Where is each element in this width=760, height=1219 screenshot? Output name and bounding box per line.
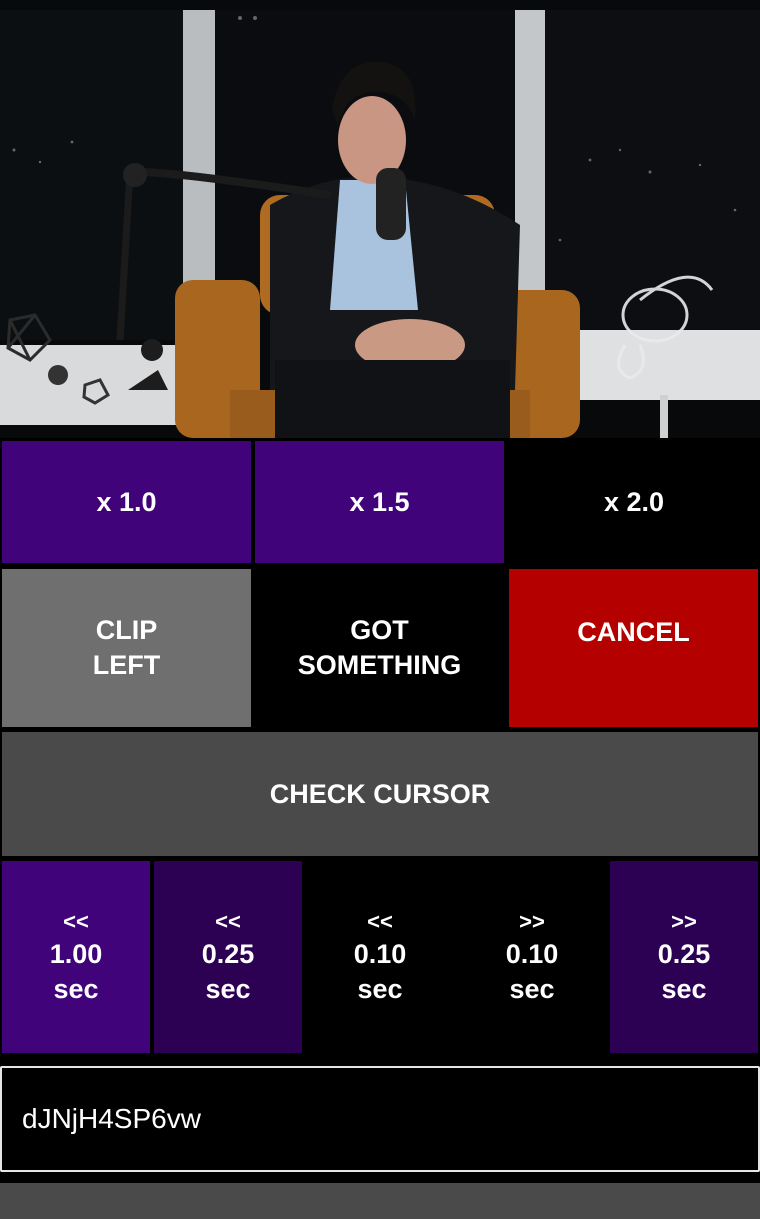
seek-direction-label: << <box>367 909 393 934</box>
clip-left-label-line2: LEFT <box>92 650 161 680</box>
speed-2x-button[interactable]: x 2.0 <box>508 441 760 563</box>
seek-unit-label: sec <box>509 974 555 1004</box>
bottom-bar <box>0 1183 760 1219</box>
seek-unit-label: sec <box>357 974 403 1004</box>
seek-direction-label: << <box>215 909 241 934</box>
seek-amount-label: 1.00 <box>49 939 103 969</box>
video-player[interactable] <box>0 0 760 438</box>
got-something-label-line1: GOT <box>350 615 409 645</box>
clip-left-button[interactable]: CLIP LEFT <box>2 569 251 727</box>
speed-1x-button[interactable]: x 1.0 <box>2 441 251 563</box>
got-something-label-line2: SOMETHING <box>297 650 462 680</box>
seek-unit-label: sec <box>661 974 707 1004</box>
speed-2x-label: x 2.0 <box>603 486 665 517</box>
speed-1-5x-button[interactable]: x 1.5 <box>255 441 504 563</box>
cancel-label: CANCEL <box>577 617 690 647</box>
seek-amount-label: 0.25 <box>201 939 255 969</box>
seek-forward-0-10-button[interactable]: >> 0.10 sec <box>458 861 606 1053</box>
video-frame-image <box>0 0 760 438</box>
clip-left-label-line1: CLIP <box>95 615 158 645</box>
seek-direction-label: >> <box>519 909 545 934</box>
seek-unit-label: sec <box>205 974 251 1004</box>
seek-back-0-10-button[interactable]: << 0.10 sec <box>306 861 454 1053</box>
seek-direction-label: << <box>63 909 89 934</box>
seek-amount-label: 0.25 <box>657 939 711 969</box>
check-cursor-label: CHECK CURSOR <box>269 778 491 809</box>
speed-1x-label: x 1.0 <box>96 486 157 517</box>
seek-back-0-25-button[interactable]: << 0.25 sec <box>154 861 302 1053</box>
seek-forward-0-25-button[interactable]: >> 0.25 sec <box>610 861 758 1053</box>
seek-amount-label: 0.10 <box>505 939 559 969</box>
speed-1-5x-label: x 1.5 <box>349 486 410 517</box>
seek-direction-label: >> <box>671 909 697 934</box>
seek-unit-label: sec <box>53 974 99 1004</box>
got-something-button[interactable]: GOT SOMETHING <box>255 569 504 727</box>
video-id-field[interactable]: dJNjH4SP6vw <box>0 1066 760 1172</box>
check-cursor-button[interactable]: CHECK CURSOR <box>2 732 758 856</box>
video-id-value: dJNjH4SP6vw <box>22 1103 201 1134</box>
cancel-button[interactable]: CANCEL <box>509 569 758 727</box>
seek-amount-label: 0.10 <box>353 939 407 969</box>
seek-back-1-00-button[interactable]: << 1.00 sec <box>2 861 150 1053</box>
